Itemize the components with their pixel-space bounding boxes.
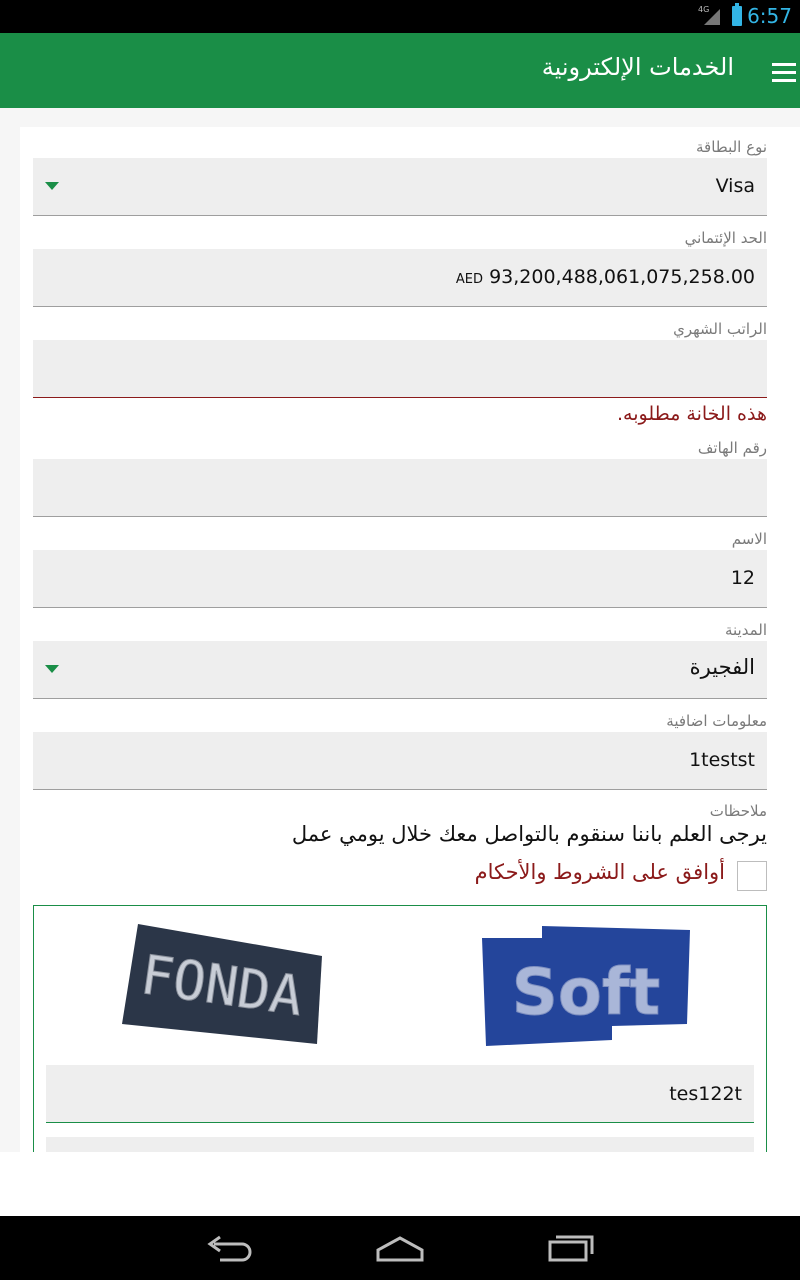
captcha-image-1: FONDA bbox=[122, 924, 322, 1044]
city-select[interactable]: الفجيرة bbox=[33, 641, 767, 699]
additional-info-input[interactable]: 1testst bbox=[33, 732, 767, 790]
home-icon[interactable] bbox=[370, 1230, 430, 1266]
card-type-select[interactable]: Visa bbox=[33, 158, 767, 216]
card-type-label: نوع البطاقة bbox=[696, 138, 767, 156]
name-label: الاسم bbox=[731, 530, 767, 548]
dropdown-arrow-icon bbox=[45, 182, 59, 190]
notes-text: يرجى العلم باننا سنقوم بالتواصل معك خلال… bbox=[291, 822, 767, 846]
credit-limit-value: AED 93,200,488,061,075,258.00 bbox=[455, 266, 755, 288]
battery-icon bbox=[732, 3, 742, 26]
captcha-input[interactable]: tes122t bbox=[46, 1065, 754, 1123]
recent-apps-icon[interactable] bbox=[540, 1230, 600, 1266]
name-input[interactable]: 12 bbox=[33, 550, 767, 608]
hamburger-menu-icon[interactable] bbox=[766, 58, 800, 86]
phone-input[interactable] bbox=[33, 459, 767, 517]
card-type-value: Visa bbox=[715, 175, 755, 197]
additional-info-value: 1testst bbox=[689, 749, 755, 771]
captcha-word-2: Soft bbox=[512, 956, 661, 1030]
bottom-spacer bbox=[0, 1152, 800, 1216]
city-label: المدينة bbox=[724, 621, 767, 639]
status-bar: 4G 6:57 bbox=[0, 0, 800, 33]
status-time: 6:57 bbox=[747, 4, 792, 28]
app-bar: الخدمات الإلكترونية bbox=[0, 33, 800, 108]
page-title: الخدمات الإلكترونية bbox=[541, 53, 734, 81]
credit-limit-label: الحد الإئتماني bbox=[684, 229, 767, 247]
currency-label: AED bbox=[455, 272, 484, 287]
terms-checkbox[interactable] bbox=[737, 861, 767, 891]
back-icon[interactable] bbox=[200, 1230, 260, 1266]
monthly-salary-input[interactable] bbox=[33, 340, 767, 398]
name-value: 12 bbox=[730, 567, 755, 589]
phone-label: رقم الهاتف bbox=[697, 439, 767, 457]
captcha-container: FONDA Soft tes122t bbox=[33, 905, 767, 1157]
monthly-salary-error: هذه الخانة مطلوبه. bbox=[616, 403, 767, 425]
captcha-input-value: tes122t bbox=[669, 1083, 742, 1105]
dropdown-arrow-icon bbox=[45, 665, 59, 673]
credit-limit-field[interactable]: AED 93,200,488,061,075,258.00 bbox=[33, 249, 767, 307]
signal-icon: 4G bbox=[698, 5, 720, 27]
terms-label[interactable]: أوافق على الشروط والأحكام bbox=[475, 860, 725, 884]
monthly-salary-label: الراتب الشهري bbox=[673, 320, 767, 338]
notes-label: ملاحظات bbox=[709, 802, 767, 820]
city-value: الفجيرة bbox=[689, 655, 755, 679]
captcha-image-2: Soft bbox=[482, 926, 690, 1046]
additional-info-label: معلومات اضافية bbox=[666, 712, 767, 730]
system-nav-bar bbox=[0, 1216, 800, 1280]
